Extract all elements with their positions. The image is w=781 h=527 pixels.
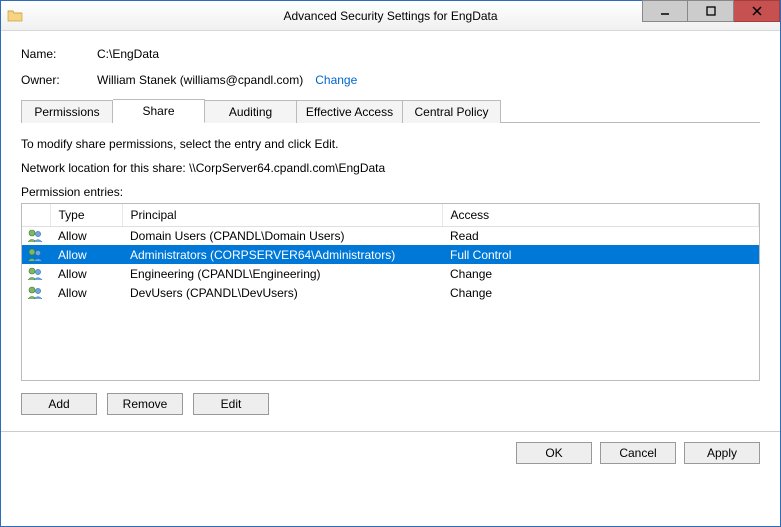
instruction-text: To modify share permissions, select the … bbox=[21, 137, 760, 151]
tab-effective-access[interactable]: Effective Access bbox=[297, 100, 403, 123]
col-principal[interactable]: Principal bbox=[122, 204, 442, 226]
change-owner-link[interactable]: Change bbox=[315, 73, 357, 87]
cell-type: Allow bbox=[50, 283, 122, 302]
owner-label: Owner: bbox=[21, 73, 97, 87]
add-button[interactable]: Add bbox=[21, 393, 97, 415]
col-access[interactable]: Access bbox=[442, 204, 759, 226]
window-controls bbox=[642, 1, 780, 30]
close-button[interactable] bbox=[734, 0, 780, 22]
cell-access: Change bbox=[442, 283, 759, 302]
folder-icon bbox=[7, 8, 23, 24]
window-titlebar: Advanced Security Settings for EngData bbox=[1, 1, 780, 31]
name-label: Name: bbox=[21, 47, 97, 61]
cell-type: Allow bbox=[50, 245, 122, 264]
edit-button[interactable]: Edit bbox=[193, 393, 269, 415]
dialog-footer: OK Cancel Apply bbox=[1, 431, 780, 474]
cancel-button[interactable]: Cancel bbox=[600, 442, 676, 464]
tab-strip: Permissions Share Auditing Effective Acc… bbox=[21, 99, 760, 122]
cell-access: Full Control bbox=[442, 245, 759, 264]
owner-value: William Stanek (williams@cpandl.com) bbox=[97, 73, 303, 87]
cell-type: Allow bbox=[50, 264, 122, 283]
tab-auditing[interactable]: Auditing bbox=[205, 100, 297, 123]
group-icon bbox=[22, 245, 50, 264]
table-header-row: Type Principal Access bbox=[22, 204, 759, 226]
network-location-text: Network location for this share: \\CorpS… bbox=[21, 161, 760, 175]
tab-share[interactable]: Share bbox=[113, 99, 205, 123]
entry-buttons: Add Remove Edit bbox=[21, 393, 760, 415]
table-row[interactable]: AllowDomain Users (CPANDL\Domain Users)R… bbox=[22, 226, 759, 245]
group-icon bbox=[22, 283, 50, 302]
name-row: Name: C:\EngData bbox=[21, 47, 760, 61]
col-type[interactable]: Type bbox=[50, 204, 122, 226]
entries-label: Permission entries: bbox=[21, 185, 760, 199]
cell-principal: Engineering (CPANDL\Engineering) bbox=[122, 264, 442, 283]
owner-row: Owner: William Stanek (williams@cpandl.c… bbox=[21, 73, 760, 87]
tab-permissions[interactable]: Permissions bbox=[21, 100, 113, 123]
cell-principal: Administrators (CORPSERVER64\Administrat… bbox=[122, 245, 442, 264]
cell-access: Change bbox=[442, 264, 759, 283]
dialog-content: Name: C:\EngData Owner: William Stanek (… bbox=[1, 31, 780, 415]
cell-access: Read bbox=[442, 226, 759, 245]
table-row[interactable]: AllowAdministrators (CORPSERVER64\Admini… bbox=[22, 245, 759, 264]
cell-type: Allow bbox=[50, 226, 122, 245]
maximize-button[interactable] bbox=[688, 0, 734, 22]
cell-principal: DevUsers (CPANDL\DevUsers) bbox=[122, 283, 442, 302]
tab-central-policy[interactable]: Central Policy bbox=[403, 100, 501, 123]
col-icon[interactable] bbox=[22, 204, 50, 226]
apply-button[interactable]: Apply bbox=[684, 442, 760, 464]
group-icon bbox=[22, 226, 50, 245]
table-row[interactable]: AllowEngineering (CPANDL\Engineering)Cha… bbox=[22, 264, 759, 283]
name-value: C:\EngData bbox=[97, 47, 159, 61]
cell-principal: Domain Users (CPANDL\Domain Users) bbox=[122, 226, 442, 245]
ok-button[interactable]: OK bbox=[516, 442, 592, 464]
permission-entries-table[interactable]: Type Principal Access AllowDomain Users … bbox=[21, 203, 760, 381]
minimize-button[interactable] bbox=[642, 0, 688, 22]
remove-button[interactable]: Remove bbox=[107, 393, 183, 415]
group-icon bbox=[22, 264, 50, 283]
table-row[interactable]: AllowDevUsers (CPANDL\DevUsers)Change bbox=[22, 283, 759, 302]
